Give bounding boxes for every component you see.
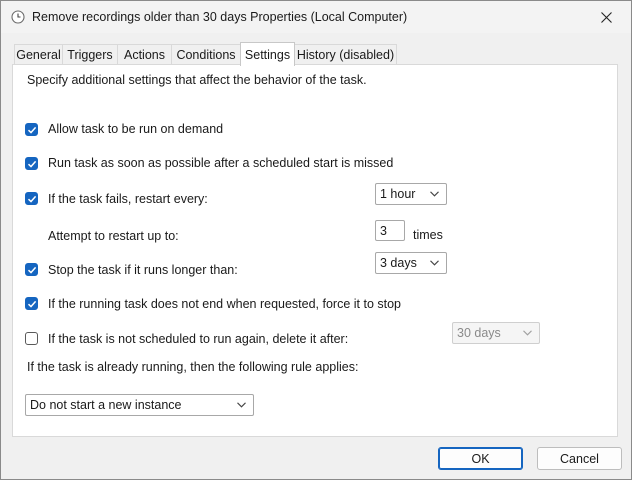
run-asap-checkbox[interactable] — [25, 157, 38, 170]
run-asap-label: Run task as soon as possible after a sch… — [48, 156, 394, 170]
stop-if-longer-label: Stop the task if it runs longer than: — [48, 263, 238, 277]
settings-panel: Specify additional settings that affect … — [12, 64, 618, 437]
running-rule-value: Do not start a new instance — [30, 398, 182, 412]
force-stop-label: If the running task does not end when re… — [48, 297, 402, 311]
tab-history[interactable]: History (disabled) — [294, 44, 397, 64]
checkmark-icon — [27, 126, 37, 134]
checkmark-icon — [27, 266, 37, 274]
restart-attempts-value: 3 — [380, 224, 387, 238]
settings-intro: Specify additional settings that affect … — [27, 73, 367, 87]
ok-label: OK — [471, 451, 490, 466]
properties-dialog: Remove recordings older than 30 days Pro… — [0, 0, 632, 480]
delete-after-value: 30 days — [457, 326, 501, 340]
chevron-down-icon — [523, 330, 532, 336]
restart-attempts-label: Attempt to restart up to: — [48, 229, 179, 243]
tab-triggers[interactable]: Triggers — [62, 44, 118, 64]
restart-on-fail-label: If the task fails, restart every: — [48, 192, 208, 206]
ok-button[interactable]: OK — [438, 447, 523, 470]
stop-duration-value: 3 days — [380, 256, 417, 270]
close-button[interactable] — [583, 1, 629, 33]
allow-on-demand-checkbox[interactable] — [25, 123, 38, 136]
cancel-button[interactable]: Cancel — [537, 447, 622, 470]
checkmark-icon — [27, 160, 37, 168]
delete-after-dropdown[interactable]: 30 days — [452, 322, 540, 344]
close-icon — [600, 11, 612, 23]
task-clock-icon — [11, 10, 25, 24]
tab-conditions[interactable]: Conditions — [171, 44, 241, 64]
restart-attempts-unit: times — [413, 228, 443, 242]
delete-if-not-scheduled-checkbox[interactable] — [25, 332, 38, 345]
restart-attempts-input[interactable]: 3 — [375, 220, 405, 241]
title-bar: Remove recordings older than 30 days Pro… — [1, 1, 631, 33]
delete-if-not-scheduled-label: If the task is not scheduled to run agai… — [48, 332, 349, 346]
checkmark-icon — [27, 300, 37, 308]
chevron-down-icon — [430, 260, 439, 266]
restart-interval-value: 1 hour — [380, 187, 416, 201]
running-rule-label: If the task is already running, then the… — [27, 360, 359, 374]
force-stop-checkbox[interactable] — [25, 297, 38, 310]
stop-duration-dropdown[interactable]: 3 days — [375, 252, 447, 274]
restart-interval-dropdown[interactable]: 1 hour — [375, 183, 447, 205]
tab-settings[interactable]: Settings — [240, 42, 295, 66]
window-title: Remove recordings older than 30 days Pro… — [32, 10, 408, 24]
checkmark-icon — [27, 195, 37, 203]
stop-if-longer-checkbox[interactable] — [25, 263, 38, 276]
allow-on-demand-label: Allow task to be run on demand — [48, 122, 224, 136]
chevron-down-icon — [237, 402, 246, 408]
tab-general[interactable]: General — [14, 44, 63, 64]
chevron-down-icon — [430, 191, 439, 197]
running-rule-dropdown[interactable]: Do not start a new instance — [25, 394, 254, 416]
restart-on-fail-checkbox[interactable] — [25, 192, 38, 205]
cancel-label: Cancel — [560, 451, 599, 466]
tab-actions[interactable]: Actions — [117, 44, 172, 64]
